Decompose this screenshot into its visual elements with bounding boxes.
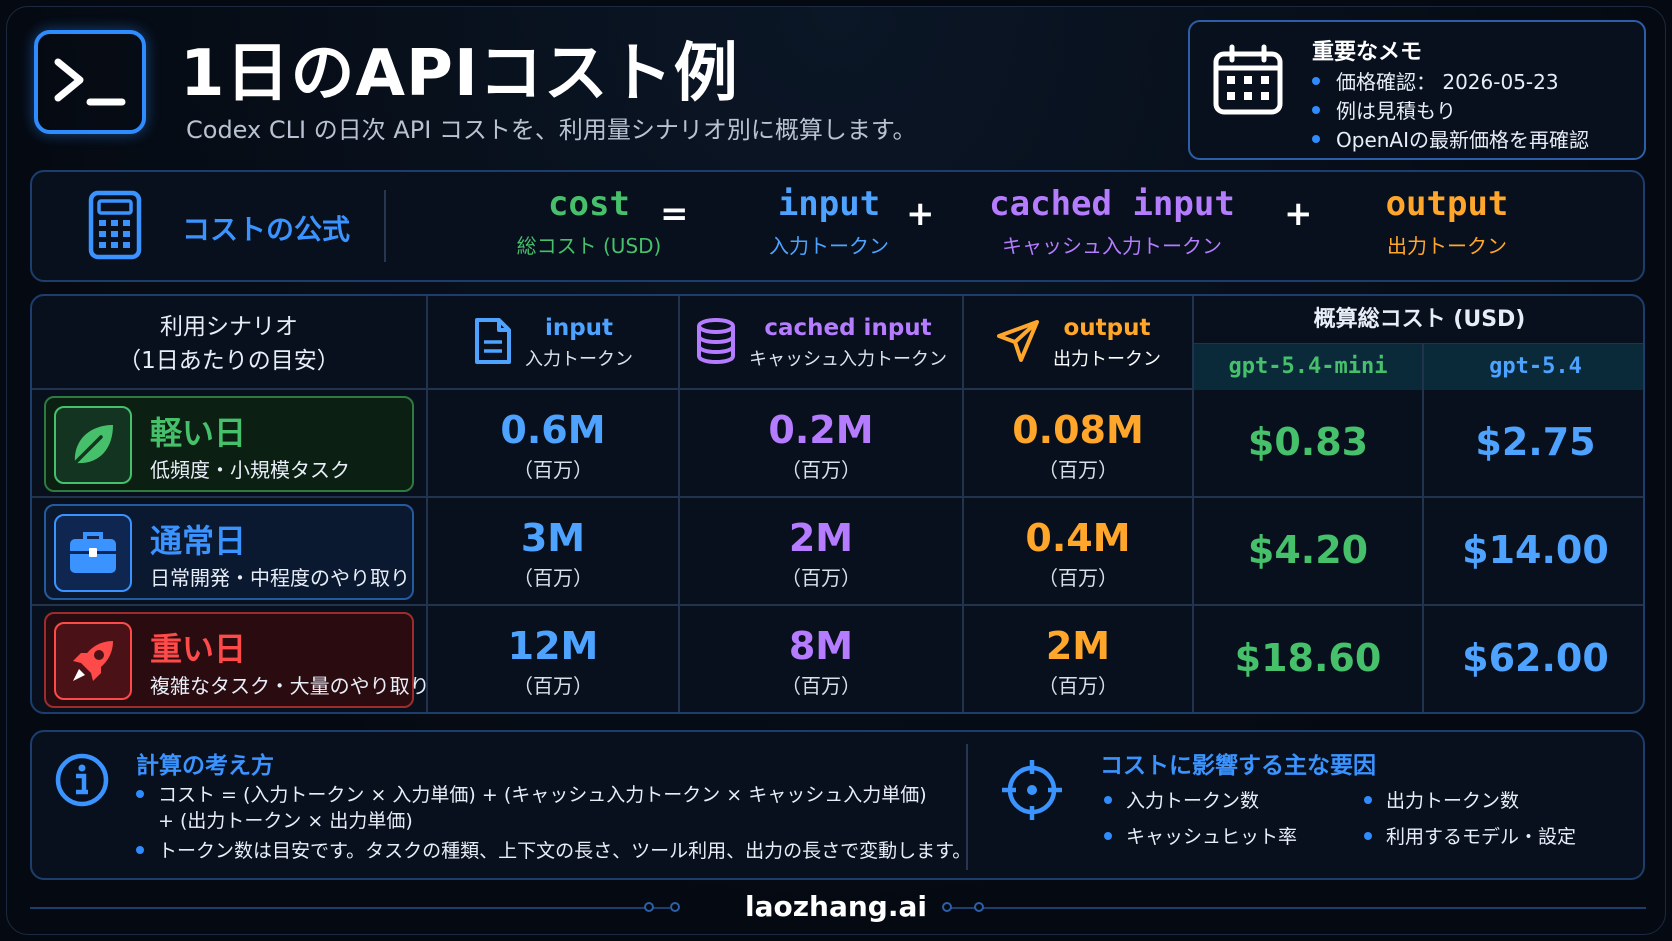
memo-list: 価格確認： 2026-05-23 例は見積もり OpenAIの最新価格を再確認 — [1312, 66, 1589, 153]
cost-heavy-full: $62.00 — [1462, 636, 1609, 680]
formula-plus: + — [1284, 194, 1313, 234]
cost-light-full: $2.75 — [1475, 420, 1596, 464]
factor-item: 入力トークン数 — [1104, 786, 1259, 813]
formula-label: コストの公式 — [182, 213, 351, 246]
footer: laozhang.ai — [0, 888, 1672, 928]
column-header-cached: cached input キャッシュ入力トークン — [680, 296, 962, 390]
document-icon — [473, 316, 513, 370]
footer-brand: laozhang.ai — [745, 890, 927, 923]
value-normal-input: 3M （百万） — [513, 516, 593, 590]
calc-line: + (出力トークン × 出力単価) — [158, 810, 413, 832]
value-heavy-cached: 8M （百万） — [781, 624, 861, 698]
calculator-icon — [88, 190, 142, 264]
cost-formula-panel: コストの公式 cost 総コスト (USD) = input 入力トークン + … — [30, 170, 1645, 282]
rocket-icon — [54, 622, 132, 700]
page-subtitle: Codex CLI の日次 API コストを、利用量シナリオ別に概算します。 — [186, 116, 917, 144]
cost-normal-mini: $4.20 — [1247, 528, 1369, 572]
column-header-input: input 入力トークン — [428, 296, 678, 390]
factor-item: 出力トークン数 — [1364, 786, 1519, 813]
database-icon — [695, 317, 737, 369]
important-memo-panel: 重要なメモ 価格確認： 2026-05-23 例は見積もり OpenAIの最新価… — [1188, 20, 1646, 160]
memo-item: 価格確認： 2026-05-23 — [1312, 66, 1589, 95]
formula-divider — [384, 190, 386, 262]
notes-panel: 計算の考え方 コスト = (入力トークン × 入力単価) + (キャッシュ入力ト… — [30, 730, 1645, 880]
formula-term-cached: cached input キャッシュ入力トークン — [989, 184, 1235, 258]
factors-title: コストに影響する主な要因 — [1100, 753, 1376, 779]
factor-item: 利用するモデル・設定 — [1364, 822, 1576, 849]
cost-normal-full: $14.00 — [1462, 528, 1609, 572]
scenario-light: 軽い日 低頻度・小規模タスク — [44, 396, 414, 492]
column-header-output: output 出力トークン — [964, 296, 1192, 390]
calc-line: トークン数は目安です。タスクの種類、上下文の長さ、ツール利用、出力の長さで変動し… — [136, 836, 971, 863]
formula-term-output: output 出力トークン — [1385, 184, 1509, 258]
value-light-output: 0.08M （百万） — [1012, 408, 1144, 482]
cost-light-mini: $0.83 — [1247, 420, 1369, 464]
cost-heavy-mini: $18.60 — [1234, 636, 1382, 680]
value-light-input: 0.6M （百万） — [500, 408, 606, 482]
scenario-header: 利用シナリオ （1日あたりの目安） — [118, 314, 340, 374]
model-header-full: gpt-5.4 — [1424, 344, 1643, 390]
page-title: 1日のAPIコスト例 — [180, 37, 739, 111]
total-cost-header: 概算総コスト (USD) — [1313, 307, 1526, 332]
send-arrow-icon — [995, 318, 1041, 368]
target-icon — [1000, 758, 1064, 826]
value-heavy-input: 12M （百万） — [507, 624, 599, 698]
formula-plus: + — [906, 194, 935, 234]
factor-item: キャッシュヒット率 — [1104, 822, 1297, 849]
value-normal-output: 0.4M （百万） — [1025, 516, 1131, 590]
value-normal-cached: 2M （百万） — [781, 516, 861, 590]
cost-table: 利用シナリオ （1日あたりの目安） input 入力トークン cached in… — [30, 294, 1645, 714]
memo-item: OpenAIの最新価格を再確認 — [1312, 124, 1589, 153]
briefcase-icon — [54, 514, 132, 592]
memo-item: 例は見積もり — [1312, 95, 1589, 124]
leaf-icon — [54, 406, 132, 484]
calc-line: コスト = (入力トークン × 入力単価) + (キャッシュ入力トークン × キ… — [136, 780, 927, 807]
value-light-cached: 0.2M （百万） — [768, 408, 874, 482]
info-icon — [54, 752, 110, 812]
calc-title: 計算の考え方 — [136, 753, 274, 779]
calendar-icon — [1212, 44, 1284, 120]
scenario-normal: 通常日 日常開発・中程度のやり取り — [44, 504, 414, 600]
scenario-heavy: 重い日 複雑なタスク・大量のやり取り — [44, 612, 430, 708]
formula-equals: = — [660, 194, 689, 234]
notes-divider — [966, 744, 968, 870]
terminal-prompt-icon — [34, 30, 146, 134]
model-header-mini: gpt-5.4-mini — [1194, 344, 1422, 390]
value-heavy-output: 2M （百万） — [1038, 624, 1118, 698]
memo-title: 重要なメモ — [1312, 40, 1423, 65]
